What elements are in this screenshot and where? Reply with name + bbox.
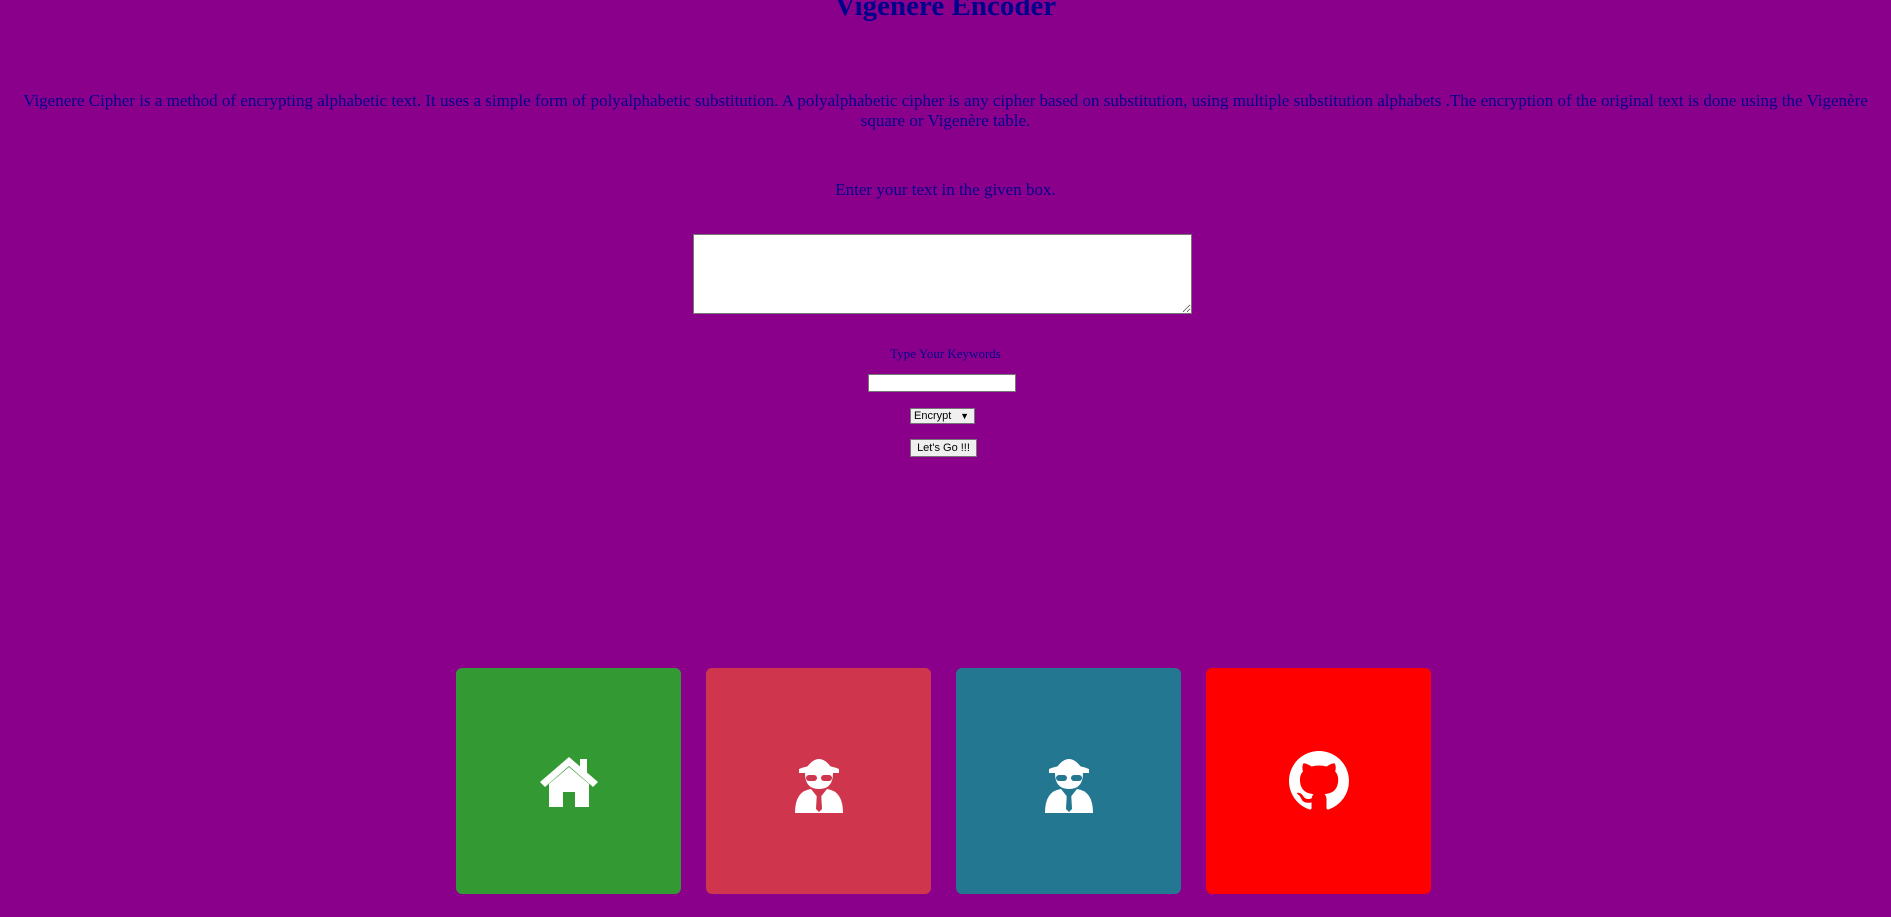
spy-icon (794, 759, 843, 813)
spy-tile-1[interactable] (706, 668, 931, 894)
cipher-description: Vigenere Cipher is a method of encryptin… (23, 91, 1868, 130)
lets-go-button[interactable]: Let's Go !!! (910, 439, 977, 457)
home-icon (539, 757, 598, 807)
text-input[interactable] (693, 234, 1192, 314)
keyword-input[interactable] (868, 374, 1016, 392)
page-title: Vigenere Encoder (834, 0, 1057, 22)
mode-select[interactable]: Encrypt ▼ (910, 408, 975, 424)
github-icon (1288, 751, 1349, 810)
keyword-label: Type Your Keywords (890, 346, 1001, 361)
mode-select-value: Encrypt (914, 410, 952, 422)
input-prompt: Enter your text in the given box. (835, 180, 1056, 199)
home-tile[interactable] (456, 668, 681, 894)
github-tile[interactable] (1206, 668, 1431, 894)
spy-tile-2[interactable] (956, 668, 1181, 894)
dropdown-arrow-icon: ▼ (960, 411, 969, 421)
spy-icon (1044, 759, 1093, 813)
